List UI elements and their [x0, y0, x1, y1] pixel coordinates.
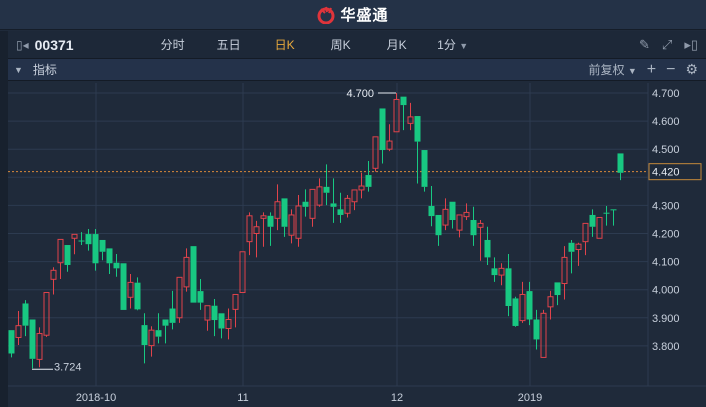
y-tick-label: 4.500 — [652, 144, 680, 156]
candle-body-down — [120, 263, 127, 310]
candle-body-down — [85, 234, 92, 245]
candle-body-down — [491, 268, 498, 276]
candle-body-down — [106, 248, 113, 264]
candle-body-down — [29, 319, 36, 359]
candle-body-down — [211, 305, 218, 321]
x-tick-label: 2018-10 — [76, 392, 116, 404]
min-price-label: 3.724 — [54, 361, 82, 373]
candle-body-down — [190, 246, 197, 303]
candle-body-down — [533, 319, 540, 340]
candle-body-down — [449, 201, 456, 221]
candle-body-down — [365, 175, 372, 187]
chart-background — [8, 83, 706, 407]
candle-body-down — [155, 330, 162, 337]
candlestick-chart[interactable]: 4.700 4.600 4.500 4.300 4.200 4.100 4.000 3.900… — [0, 0, 706, 407]
candle-body-down — [337, 209, 344, 215]
candle-body-down — [428, 205, 435, 217]
candle-body-down — [603, 212, 610, 214]
candle-body-down — [141, 325, 148, 346]
candle-body-down — [197, 291, 204, 303]
y-tick-label: 3.800 — [652, 341, 680, 353]
x-tick-label: 2019 — [518, 392, 542, 404]
candle-body-down — [617, 153, 624, 173]
y-tick-label: 4.300 — [652, 200, 680, 212]
candle-body-down — [92, 234, 99, 264]
candle-body-down — [414, 116, 421, 142]
y-tick-label: 4.100 — [652, 257, 680, 269]
y-tick-label: 4.700 — [652, 88, 680, 100]
y-tick-label: 4.000 — [652, 285, 680, 297]
y-tick-label: 4.600 — [652, 116, 680, 128]
candle-body-down — [470, 220, 477, 236]
candle-body-down — [64, 245, 71, 265]
candle-body-down — [169, 308, 176, 323]
candle-body-down — [113, 262, 120, 269]
candle-body-down — [589, 214, 596, 227]
candle-body-down — [8, 330, 15, 354]
candle-body-down — [421, 150, 428, 187]
candle-body-down — [435, 214, 442, 236]
candle-body-down — [281, 198, 288, 227]
y-tick-label: 3.900 — [652, 313, 680, 325]
candle-body-down — [400, 96, 407, 106]
candle-body-down — [505, 268, 512, 306]
candle-body-down — [610, 209, 617, 211]
candle-body-down — [218, 313, 225, 329]
candle-body-down — [323, 186, 330, 193]
x-tick-label: 11 — [237, 392, 248, 404]
candle-body-down — [379, 108, 386, 151]
candle-body-down — [99, 239, 106, 252]
candle-body-down — [134, 282, 141, 310]
candle-body-down — [78, 240, 85, 242]
candle-body-down — [554, 282, 561, 296]
y-tick-label: 4.200 — [652, 229, 680, 241]
candle-body-down — [22, 303, 29, 326]
max-price-label: 4.700 — [346, 88, 374, 100]
candle-body-down — [484, 239, 491, 258]
candle-body-down — [512, 298, 519, 326]
candle-body-down — [162, 319, 169, 326]
candle-body-down — [568, 242, 575, 252]
candle-body-down — [267, 215, 274, 227]
last-price-label: 4.420 — [652, 167, 680, 179]
x-tick-label: 12 — [391, 392, 403, 404]
candle-body-down — [330, 203, 337, 207]
candle-body-down — [526, 291, 533, 320]
candle-body-down — [302, 201, 309, 207]
